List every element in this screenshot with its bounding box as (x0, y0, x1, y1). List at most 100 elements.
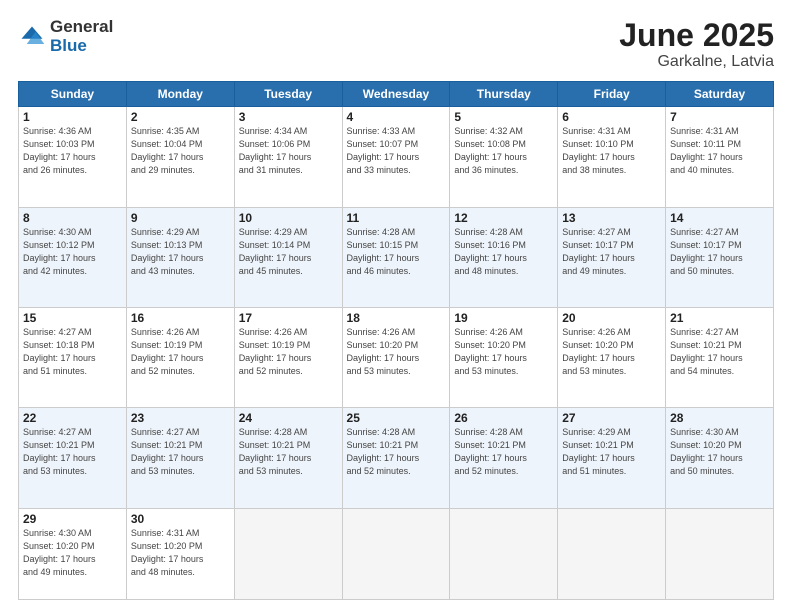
day-number: 23 (131, 411, 230, 425)
day-number: 4 (347, 110, 446, 124)
calendar-cell: 23 Sunrise: 4:27 AMSunset: 10:21 PMDayli… (126, 408, 234, 508)
calendar-cell: 27 Sunrise: 4:29 AMSunset: 10:21 PMDayli… (558, 408, 666, 508)
day-info: Sunrise: 4:30 AMSunset: 10:20 PMDaylight… (23, 528, 96, 577)
calendar-table: SundayMondayTuesdayWednesdayThursdayFrid… (18, 81, 774, 600)
day-info: Sunrise: 4:30 AMSunset: 10:20 PMDaylight… (670, 427, 743, 476)
day-number: 27 (562, 411, 661, 425)
day-info: Sunrise: 4:36 AMSunset: 10:03 PMDaylight… (23, 126, 96, 175)
calendar-cell: 21 Sunrise: 4:27 AMSunset: 10:21 PMDayli… (666, 307, 774, 407)
calendar-cell: 11 Sunrise: 4:28 AMSunset: 10:15 PMDayli… (342, 207, 450, 307)
month-year: June 2025 (619, 18, 774, 53)
day-info: Sunrise: 4:28 AMSunset: 10:21 PMDaylight… (239, 427, 312, 476)
day-info: Sunrise: 4:28 AMSunset: 10:15 PMDaylight… (347, 227, 420, 276)
day-number: 14 (670, 211, 769, 225)
day-info: Sunrise: 4:29 AMSunset: 10:14 PMDaylight… (239, 227, 312, 276)
calendar-cell: 5 Sunrise: 4:32 AMSunset: 10:08 PMDaylig… (450, 107, 558, 207)
day-info: Sunrise: 4:28 AMSunset: 10:21 PMDaylight… (454, 427, 527, 476)
day-number: 19 (454, 311, 553, 325)
day-header-saturday: Saturday (666, 82, 774, 107)
day-number: 8 (23, 211, 122, 225)
day-info: Sunrise: 4:31 AMSunset: 10:11 PMDaylight… (670, 126, 743, 175)
day-info: Sunrise: 4:29 AMSunset: 10:13 PMDaylight… (131, 227, 204, 276)
day-header-thursday: Thursday (450, 82, 558, 107)
calendar-cell (558, 508, 666, 599)
day-info: Sunrise: 4:28 AMSunset: 10:21 PMDaylight… (347, 427, 420, 476)
day-info: Sunrise: 4:31 AMSunset: 10:20 PMDaylight… (131, 528, 204, 577)
day-number: 24 (239, 411, 338, 425)
calendar-cell: 3 Sunrise: 4:34 AMSunset: 10:06 PMDaylig… (234, 107, 342, 207)
calendar-cell: 10 Sunrise: 4:29 AMSunset: 10:14 PMDayli… (234, 207, 342, 307)
calendar-cell: 9 Sunrise: 4:29 AMSunset: 10:13 PMDaylig… (126, 207, 234, 307)
logo-blue-text: Blue (50, 36, 87, 55)
calendar-cell (666, 508, 774, 599)
day-number: 7 (670, 110, 769, 124)
day-header-monday: Monday (126, 82, 234, 107)
calendar-cell: 15 Sunrise: 4:27 AMSunset: 10:18 PMDayli… (19, 307, 127, 407)
day-number: 1 (23, 110, 122, 124)
day-number: 5 (454, 110, 553, 124)
day-info: Sunrise: 4:34 AMSunset: 10:06 PMDaylight… (239, 126, 312, 175)
calendar-cell: 22 Sunrise: 4:27 AMSunset: 10:21 PMDayli… (19, 408, 127, 508)
day-info: Sunrise: 4:26 AMSunset: 10:20 PMDaylight… (454, 327, 527, 376)
calendar-cell: 24 Sunrise: 4:28 AMSunset: 10:21 PMDayli… (234, 408, 342, 508)
calendar-cell: 7 Sunrise: 4:31 AMSunset: 10:11 PMDaylig… (666, 107, 774, 207)
calendar-cell: 25 Sunrise: 4:28 AMSunset: 10:21 PMDayli… (342, 408, 450, 508)
day-info: Sunrise: 4:28 AMSunset: 10:16 PMDaylight… (454, 227, 527, 276)
location: Garkalne, Latvia (619, 53, 774, 71)
day-number: 22 (23, 411, 122, 425)
calendar-header-row: SundayMondayTuesdayWednesdayThursdayFrid… (19, 82, 774, 107)
logo: General Blue (18, 18, 113, 55)
day-info: Sunrise: 4:29 AMSunset: 10:21 PMDaylight… (562, 427, 635, 476)
calendar-week-4: 22 Sunrise: 4:27 AMSunset: 10:21 PMDayli… (19, 408, 774, 508)
day-info: Sunrise: 4:27 AMSunset: 10:21 PMDaylight… (23, 427, 96, 476)
day-number: 2 (131, 110, 230, 124)
logo-icon (18, 23, 46, 51)
day-number: 20 (562, 311, 661, 325)
day-info: Sunrise: 4:31 AMSunset: 10:10 PMDaylight… (562, 126, 635, 175)
day-number: 16 (131, 311, 230, 325)
calendar-cell (450, 508, 558, 599)
day-info: Sunrise: 4:27 AMSunset: 10:17 PMDaylight… (562, 227, 635, 276)
calendar-week-1: 1 Sunrise: 4:36 AMSunset: 10:03 PMDaylig… (19, 107, 774, 207)
day-header-tuesday: Tuesday (234, 82, 342, 107)
day-number: 12 (454, 211, 553, 225)
day-info: Sunrise: 4:27 AMSunset: 10:17 PMDaylight… (670, 227, 743, 276)
calendar-week-2: 8 Sunrise: 4:30 AMSunset: 10:12 PMDaylig… (19, 207, 774, 307)
calendar-cell: 20 Sunrise: 4:26 AMSunset: 10:20 PMDayli… (558, 307, 666, 407)
calendar-cell: 19 Sunrise: 4:26 AMSunset: 10:20 PMDayli… (450, 307, 558, 407)
day-info: Sunrise: 4:27 AMSunset: 10:21 PMDaylight… (670, 327, 743, 376)
calendar-cell: 18 Sunrise: 4:26 AMSunset: 10:20 PMDayli… (342, 307, 450, 407)
calendar-cell: 13 Sunrise: 4:27 AMSunset: 10:17 PMDayli… (558, 207, 666, 307)
calendar-cell: 17 Sunrise: 4:26 AMSunset: 10:19 PMDayli… (234, 307, 342, 407)
day-number: 30 (131, 512, 230, 526)
title-block: June 2025 Garkalne, Latvia (619, 18, 774, 71)
day-number: 6 (562, 110, 661, 124)
day-info: Sunrise: 4:30 AMSunset: 10:12 PMDaylight… (23, 227, 96, 276)
calendar-cell (234, 508, 342, 599)
header: General Blue June 2025 Garkalne, Latvia (18, 18, 774, 71)
day-number: 28 (670, 411, 769, 425)
calendar-cell: 28 Sunrise: 4:30 AMSunset: 10:20 PMDayli… (666, 408, 774, 508)
day-header-sunday: Sunday (19, 82, 127, 107)
calendar-cell: 26 Sunrise: 4:28 AMSunset: 10:21 PMDayli… (450, 408, 558, 508)
day-info: Sunrise: 4:27 AMSunset: 10:21 PMDaylight… (131, 427, 204, 476)
calendar-week-5: 29 Sunrise: 4:30 AMSunset: 10:20 PMDayli… (19, 508, 774, 599)
calendar-cell: 30 Sunrise: 4:31 AMSunset: 10:20 PMDayli… (126, 508, 234, 599)
day-info: Sunrise: 4:26 AMSunset: 10:19 PMDaylight… (131, 327, 204, 376)
day-info: Sunrise: 4:26 AMSunset: 10:19 PMDaylight… (239, 327, 312, 376)
calendar-cell (342, 508, 450, 599)
day-number: 17 (239, 311, 338, 325)
calendar-cell: 2 Sunrise: 4:35 AMSunset: 10:04 PMDaylig… (126, 107, 234, 207)
day-number: 26 (454, 411, 553, 425)
calendar-cell: 14 Sunrise: 4:27 AMSunset: 10:17 PMDayli… (666, 207, 774, 307)
logo-general-text: General (50, 17, 113, 36)
page: General Blue June 2025 Garkalne, Latvia … (0, 0, 792, 612)
day-info: Sunrise: 4:26 AMSunset: 10:20 PMDaylight… (562, 327, 635, 376)
calendar-cell: 6 Sunrise: 4:31 AMSunset: 10:10 PMDaylig… (558, 107, 666, 207)
day-info: Sunrise: 4:32 AMSunset: 10:08 PMDaylight… (454, 126, 527, 175)
day-number: 25 (347, 411, 446, 425)
day-header-friday: Friday (558, 82, 666, 107)
day-number: 3 (239, 110, 338, 124)
calendar-cell: 29 Sunrise: 4:30 AMSunset: 10:20 PMDayli… (19, 508, 127, 599)
calendar-cell: 12 Sunrise: 4:28 AMSunset: 10:16 PMDayli… (450, 207, 558, 307)
